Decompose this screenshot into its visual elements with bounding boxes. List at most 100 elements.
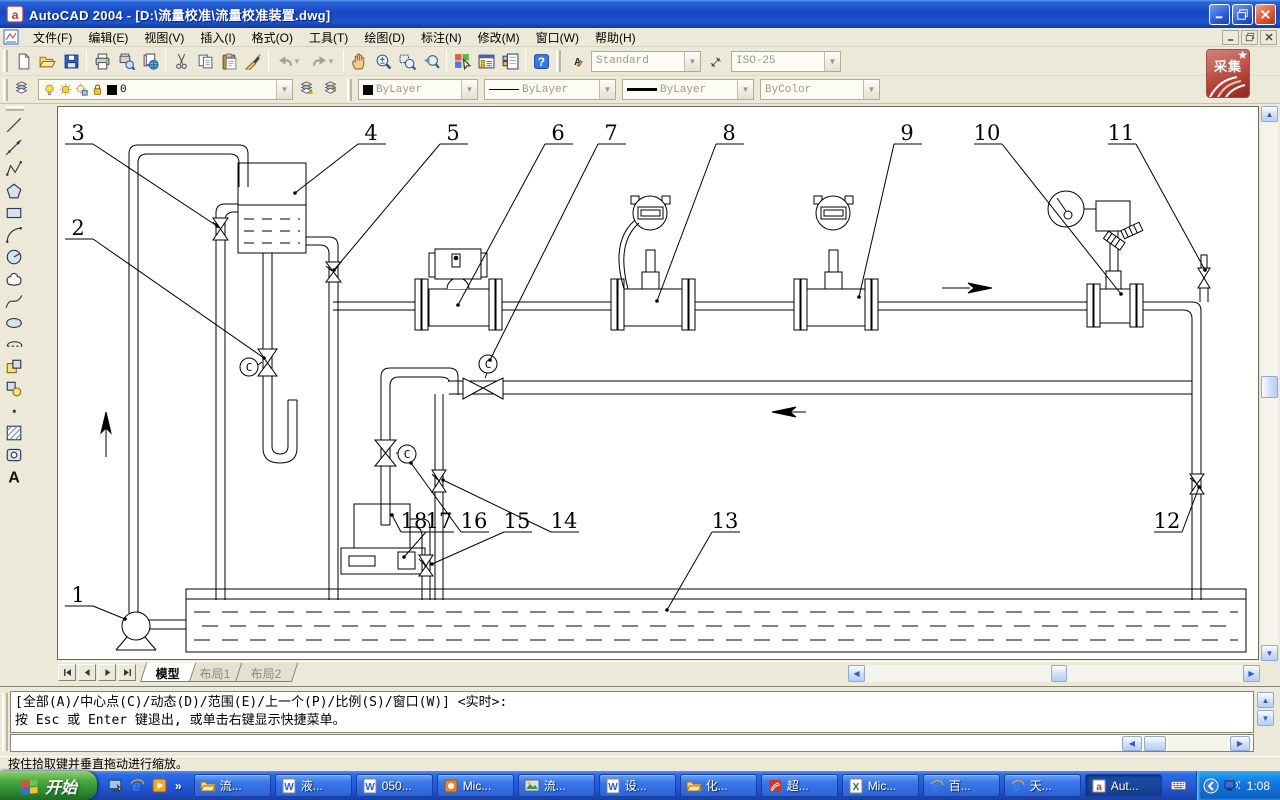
taskbar-button-设...[interactable]: W设... xyxy=(599,774,676,797)
menu-工具(T)[interactable]: 工具(T) xyxy=(301,28,356,47)
ie-icon[interactable]: e xyxy=(129,777,146,794)
taskbar-button-Mic...[interactable]: XMic... xyxy=(842,774,919,797)
quick-launch-overflow-chevron[interactable]: » xyxy=(175,779,182,793)
restore-button[interactable] xyxy=(1232,4,1253,25)
scroll-down-button[interactable]: ▼ xyxy=(1257,710,1274,726)
chevron-down-icon[interactable]: ▼ xyxy=(824,52,840,71)
ellipse-arc-tool-button[interactable] xyxy=(2,334,26,356)
paste-button[interactable] xyxy=(217,49,241,73)
menu-文件(F)[interactable]: 文件(F) xyxy=(25,28,80,47)
show-desktop-icon[interactable] xyxy=(107,777,124,794)
dim-style-button[interactable] xyxy=(704,49,728,73)
command-scrollbar[interactable]: ▲ ▼ xyxy=(1257,691,1274,733)
media-player-icon[interactable] xyxy=(151,777,168,794)
toolbar-grip[interactable] xyxy=(556,50,561,72)
zoom-realtime-button[interactable] xyxy=(371,49,395,73)
mdi-close-button[interactable] xyxy=(1260,30,1277,45)
tray-clock[interactable]: 1:08 xyxy=(1247,779,1270,793)
caiji-plugin-logo[interactable]: ★ 采集 xyxy=(1206,49,1250,98)
cut-button[interactable] xyxy=(169,49,193,73)
tab-model[interactable]: 模型 xyxy=(140,663,196,682)
tray-chevron-icon[interactable] xyxy=(1203,778,1219,794)
plot-preview-button[interactable] xyxy=(114,49,138,73)
tab-last-button[interactable] xyxy=(118,664,136,681)
menu-插入(I)[interactable]: 插入(I) xyxy=(192,28,243,47)
menu-视图(V)[interactable]: 视图(V) xyxy=(136,28,192,47)
mdi-restore-button[interactable] xyxy=(1241,30,1258,45)
layer-combo[interactable]: 0 ▼ xyxy=(38,79,293,100)
scroll-left-button[interactable]: ◀ xyxy=(1122,736,1142,751)
layer-previous-button[interactable] xyxy=(320,78,344,102)
toolbar-grip[interactable] xyxy=(347,79,352,101)
undo-button[interactable]: ▼ xyxy=(272,49,306,73)
minimize-button[interactable] xyxy=(1209,4,1230,25)
taskbar-button-液...[interactable]: W液... xyxy=(275,774,352,797)
dim-style-combo[interactable]: ISO-25 ▼ xyxy=(731,51,841,72)
chevron-down-icon[interactable]: ▼ xyxy=(276,80,292,99)
toolbar-grip[interactable] xyxy=(6,106,24,111)
color-combo[interactable]: ByLayer ▼ xyxy=(358,79,478,100)
point-tool-button[interactable] xyxy=(2,400,26,422)
save-button[interactable] xyxy=(59,49,83,73)
make-block-tool-button[interactable] xyxy=(2,378,26,400)
circle-tool-button[interactable] xyxy=(2,246,26,268)
chevron-down-icon[interactable]: ▼ xyxy=(863,80,879,99)
match-properties-button[interactable] xyxy=(241,49,265,73)
insert-block-tool-button[interactable] xyxy=(2,356,26,378)
rectangle-tool-button[interactable] xyxy=(2,202,26,224)
revision-cloud-tool-button[interactable] xyxy=(2,268,26,290)
menu-格式(O)[interactable]: 格式(O) xyxy=(244,28,301,47)
taskbar-button-050...[interactable]: W050... xyxy=(356,774,433,797)
layer-lock-icon[interactable] xyxy=(91,83,104,96)
taskbar-button-流...[interactable]: 流... xyxy=(194,774,271,797)
polygon-tool-button[interactable] xyxy=(2,180,26,202)
scroll-right-button[interactable]: ▶ xyxy=(1243,665,1260,682)
qnew-button[interactable] xyxy=(11,49,35,73)
plot-style-combo[interactable]: ByColor ▼ xyxy=(760,79,880,100)
menu-绘图(D)[interactable]: 绘图(D) xyxy=(356,28,413,47)
help-button[interactable]: ? xyxy=(529,49,553,73)
chevron-down-icon[interactable]: ▼ xyxy=(461,80,477,99)
layer-manager-button[interactable] xyxy=(11,78,35,102)
designcenter-button[interactable] xyxy=(474,49,498,73)
taskbar-button-Mic...[interactable]: Mic... xyxy=(437,774,514,797)
polyline-tool-button[interactable] xyxy=(2,158,26,180)
tab-prev-button[interactable] xyxy=(78,664,96,681)
taskbar-button-化...[interactable]: 化... xyxy=(680,774,757,797)
command-window-grip[interactable] xyxy=(2,693,8,751)
command-input[interactable] xyxy=(10,734,1254,752)
zoom-previous-button[interactable] xyxy=(419,49,443,73)
lineweight-combo[interactable]: ByLayer ▼ xyxy=(622,79,754,100)
layer-thaw-icon[interactable] xyxy=(59,83,72,96)
drawing-canvas[interactable]: C C C 123456789101112131415161718 xyxy=(57,106,1259,660)
taskbar-button-超...[interactable]: 超... xyxy=(761,774,838,797)
taskbar-button-Aut...[interactable]: aAut... xyxy=(1085,774,1162,797)
chevron-down-icon[interactable]: ▼ xyxy=(737,80,753,99)
menu-修改(M)[interactable]: 修改(M) xyxy=(470,28,528,47)
multiline-text-tool-button[interactable]: A xyxy=(2,466,26,488)
pan-button[interactable] xyxy=(347,49,371,73)
ellipse-tool-button[interactable] xyxy=(2,312,26,334)
redo-button[interactable]: ▼ xyxy=(306,49,340,73)
scroll-up-button[interactable]: ▲ xyxy=(1257,692,1274,708)
publish-button[interactable] xyxy=(138,49,162,73)
chevron-down-icon[interactable]: ▼ xyxy=(684,52,700,71)
text-style-button[interactable]: A xyxy=(564,49,588,73)
plot-button[interactable] xyxy=(90,49,114,73)
chevron-down-icon[interactable]: ▼ xyxy=(599,80,615,99)
command-input-scrollbar[interactable]: ◀ ▶ xyxy=(1122,735,1250,751)
region-tool-button[interactable] xyxy=(2,444,26,466)
taskbar-button-流...[interactable]: 流... xyxy=(518,774,595,797)
menu-标注(N)[interactable]: 标注(N) xyxy=(413,28,470,47)
scroll-down-button[interactable]: ▼ xyxy=(1261,645,1278,661)
layer-viewport-freeze-icon[interactable] xyxy=(75,83,88,96)
tool-palettes-button[interactable] xyxy=(498,49,522,73)
scroll-right-button[interactable]: ▶ xyxy=(1230,736,1250,751)
tab-next-button[interactable] xyxy=(98,664,116,681)
taskbar-button-天...[interactable]: e天... xyxy=(1004,774,1081,797)
start-button[interactable]: 开始 xyxy=(0,771,97,800)
menu-窗口(W)[interactable]: 窗口(W) xyxy=(528,28,587,47)
title-bar[interactable]: a AutoCAD 2004 - [D:\流量校准\流量校准装置.dwg] xyxy=(0,0,1280,28)
scroll-thumb[interactable] xyxy=(1144,736,1166,751)
linetype-combo[interactable]: ByLayer ▼ xyxy=(484,79,616,100)
